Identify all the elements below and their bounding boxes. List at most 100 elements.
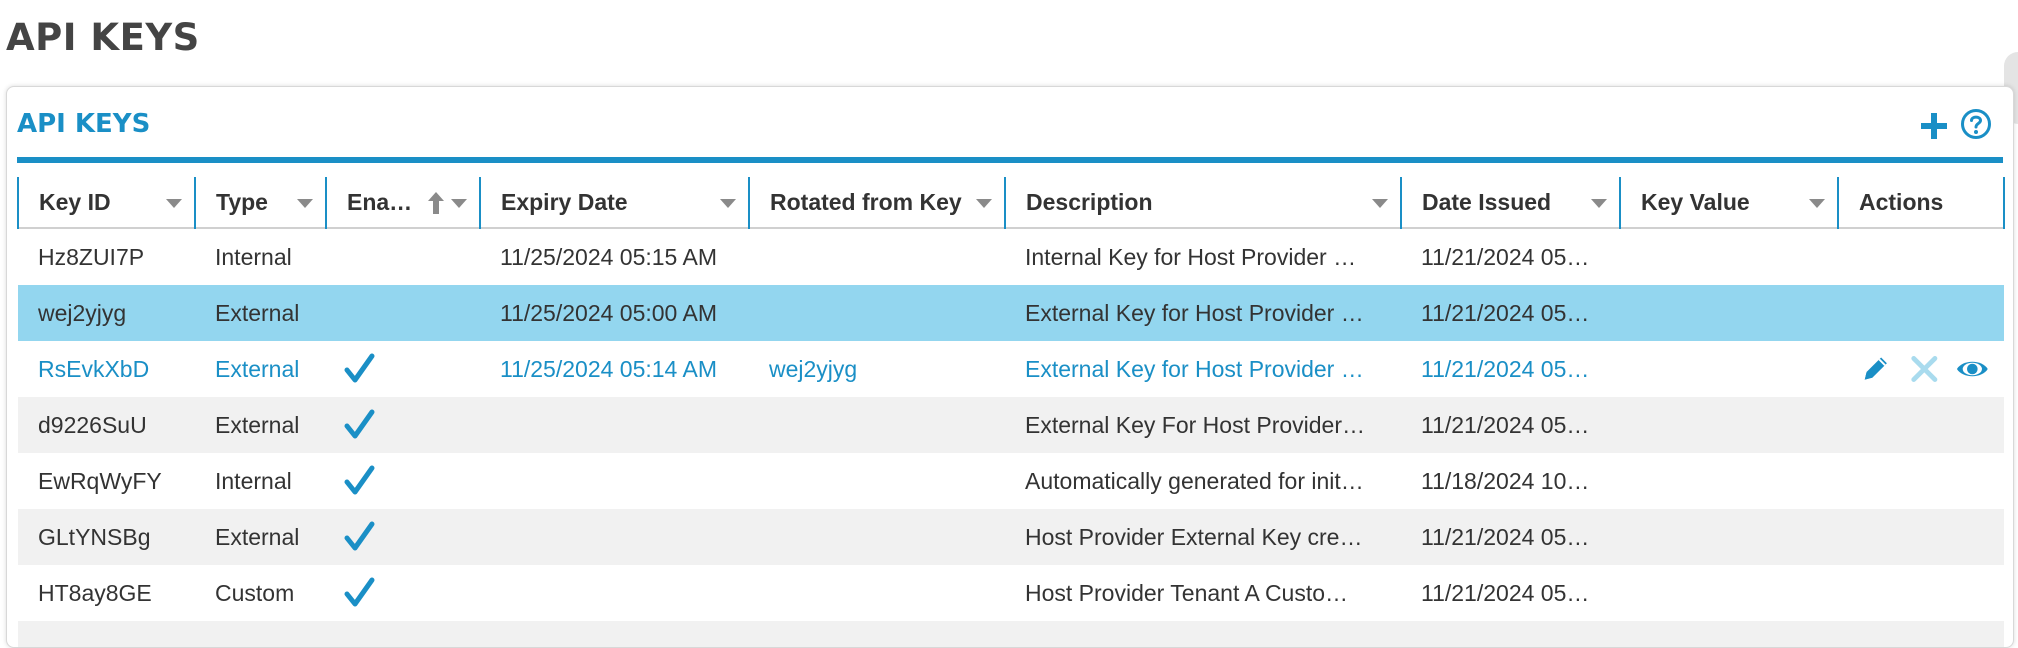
cell-description: Host Provider External Key cre… [1005, 509, 1401, 565]
column-header-key-id[interactable]: Key ID [17, 177, 196, 228]
cell-rotated-from [749, 228, 1005, 285]
table-row[interactable]: GLtYNSBg External Host Provider External… [18, 509, 2004, 565]
table-row[interactable]: d9226SuU External External Key For Host … [18, 397, 2004, 453]
cell-empty [1401, 621, 1620, 647]
cell-enabled [326, 341, 480, 397]
column-menu-caret-icon[interactable] [297, 199, 313, 208]
api-keys-table: Key ID Type Ena… Expiry Date Rotated fro… [17, 177, 2005, 647]
cell-date-issued: 11/21/2024 05… [1421, 243, 1590, 270]
column-menu-caret-icon[interactable] [976, 199, 992, 208]
cell-key-value [1620, 228, 1838, 285]
table-row-hovered[interactable]: RsEvkXbD External 11/25/2024 05:14 AM we… [18, 341, 2004, 397]
checkmark-icon [344, 353, 375, 383]
cell-date-issued: 11/18/2024 10… [1421, 467, 1590, 494]
checkmark-icon [344, 577, 375, 607]
cell-rotated-from: wej2yjyg [769, 355, 858, 382]
cell-type: Custom [215, 579, 295, 606]
table-row[interactable]: HT8ay8GE Custom Host Provider Tenant A C… [18, 565, 2004, 621]
cell-actions [1838, 397, 2004, 453]
cell-type: Internal [215, 467, 292, 494]
cell-empty [18, 621, 195, 647]
cell-empty [1005, 621, 1401, 647]
column-label: Key ID [39, 188, 111, 215]
column-label: Type [216, 188, 268, 215]
cell-expiry-date: 11/25/2024 05:14 AM [500, 355, 717, 382]
cell-key-id: EwRqWyFY [38, 467, 162, 494]
column-header-enabled[interactable]: Ena… [326, 177, 481, 228]
table-row[interactable]: Hz8ZUI7P Internal 11/25/2024 05:15 AM In… [18, 228, 2004, 285]
delete-icon[interactable] [1907, 351, 1942, 387]
cell-rotated-from [749, 565, 1005, 621]
cell-key-value [1620, 453, 1838, 509]
add-icon[interactable] [1917, 109, 1951, 143]
cell-rotated-from [749, 397, 1005, 453]
column-menu-caret-icon[interactable] [720, 199, 736, 208]
table-row[interactable] [18, 621, 2004, 647]
cell-key-id: GLtYNSBg [18, 509, 195, 565]
cell-key-id: HT8ay8GE [38, 579, 152, 606]
cell-empty [1620, 621, 1838, 647]
column-header-type[interactable]: Type [195, 177, 327, 228]
table-row[interactable]: EwRqWyFY Internal Automatically generate… [18, 453, 2004, 509]
cell-description: Internal Key for Host Provider … [1025, 243, 1357, 270]
cell-enabled [326, 565, 480, 621]
cell-date-issued: 11/21/2024 05… [1401, 509, 1620, 565]
sort-ascending-arrow-icon[interactable] [425, 189, 447, 217]
column-label: Date Issued [1422, 188, 1552, 215]
cell-empty [195, 621, 326, 647]
cell-empty [749, 621, 1005, 647]
column-header-expiry-date[interactable]: Expiry Date [480, 177, 750, 228]
table-header-row: Key ID Type Ena… Expiry Date Rotated fro… [17, 177, 2005, 228]
cell-rotated-from [749, 509, 1005, 565]
column-label: Expiry Date [501, 188, 628, 215]
help-icon[interactable] [1959, 107, 1993, 141]
column-label: Actions [1859, 188, 1944, 215]
edit-icon[interactable] [1858, 351, 1893, 387]
cell-date-issued: 11/21/2024 05… [1401, 285, 1620, 341]
cell-rotated-from [749, 453, 1005, 509]
cell-type: External [195, 285, 326, 341]
column-header-rotated-from-key[interactable]: Rotated from Key [749, 177, 1006, 228]
column-menu-caret-icon[interactable] [1591, 199, 1607, 208]
column-menu-caret-icon[interactable] [1809, 199, 1825, 208]
cell-enabled [326, 397, 480, 453]
cell-key-value [1620, 341, 1838, 397]
cell-actions [1838, 453, 2004, 509]
cell-description: External Key for Host Provider … [1025, 355, 1364, 382]
cell-key-value [1620, 397, 1838, 453]
cell-type: External [215, 355, 300, 382]
cell-empty [480, 621, 749, 647]
cell-key-id: RsEvkXbD [38, 355, 150, 382]
column-header-date-issued[interactable]: Date Issued [1401, 177, 1621, 228]
column-menu-caret-icon[interactable] [1372, 199, 1388, 208]
cell-expiry-date [480, 509, 749, 565]
cell-description: External Key for Host Provider … [1005, 285, 1401, 341]
row-actions [1858, 351, 2004, 387]
cell-actions [1838, 285, 2004, 341]
cell-key-value [1620, 285, 1838, 341]
column-menu-caret-icon[interactable] [451, 199, 467, 208]
checkmark-icon [344, 521, 375, 551]
view-icon[interactable] [1955, 351, 1990, 387]
cell-type: External [195, 509, 326, 565]
cell-key-id: d9226SuU [18, 397, 195, 453]
column-label: Description [1026, 188, 1153, 215]
cell-type: External [195, 397, 326, 453]
cell-type: Internal [215, 243, 292, 270]
checkmark-icon [344, 409, 375, 439]
column-header-key-value[interactable]: Key Value [1620, 177, 1839, 228]
column-header-description[interactable]: Description [1005, 177, 1402, 228]
cell-description: Automatically generated for init… [1025, 467, 1364, 494]
cell-enabled [326, 453, 480, 509]
table-row-selected[interactable]: wej2yjyg External 11/25/2024 05:00 AM Ex… [18, 285, 2004, 341]
cell-enabled [326, 509, 480, 565]
cell-description: Host Provider Tenant A Custo… [1025, 579, 1349, 606]
cell-expiry-date: 11/25/2024 05:15 AM [500, 243, 717, 270]
cell-actions [1838, 565, 2004, 621]
cell-actions [1838, 228, 2004, 285]
cell-description: External Key For Host Provider… [1005, 397, 1401, 453]
column-menu-caret-icon[interactable] [166, 199, 182, 208]
cell-key-value [1620, 509, 1838, 565]
checkmark-icon [344, 465, 375, 495]
panel-title: API KEYS [17, 109, 151, 139]
